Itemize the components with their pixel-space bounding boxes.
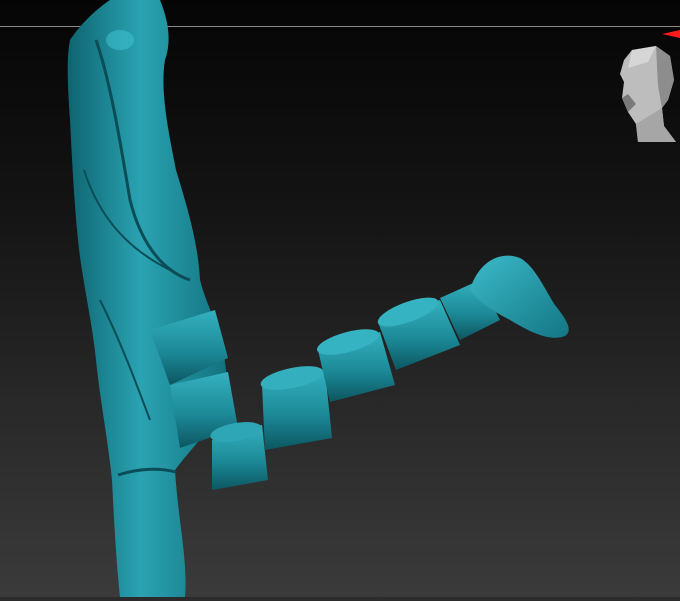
torso-mesh [67, 0, 230, 597]
head-orientation-icon[interactable] [618, 46, 680, 142]
sculpt-viewport[interactable] [0, 0, 680, 601]
viewport-bottom-edge [0, 597, 680, 601]
sculpt-model[interactable] [0, 0, 680, 601]
chest-highlight [106, 30, 134, 50]
